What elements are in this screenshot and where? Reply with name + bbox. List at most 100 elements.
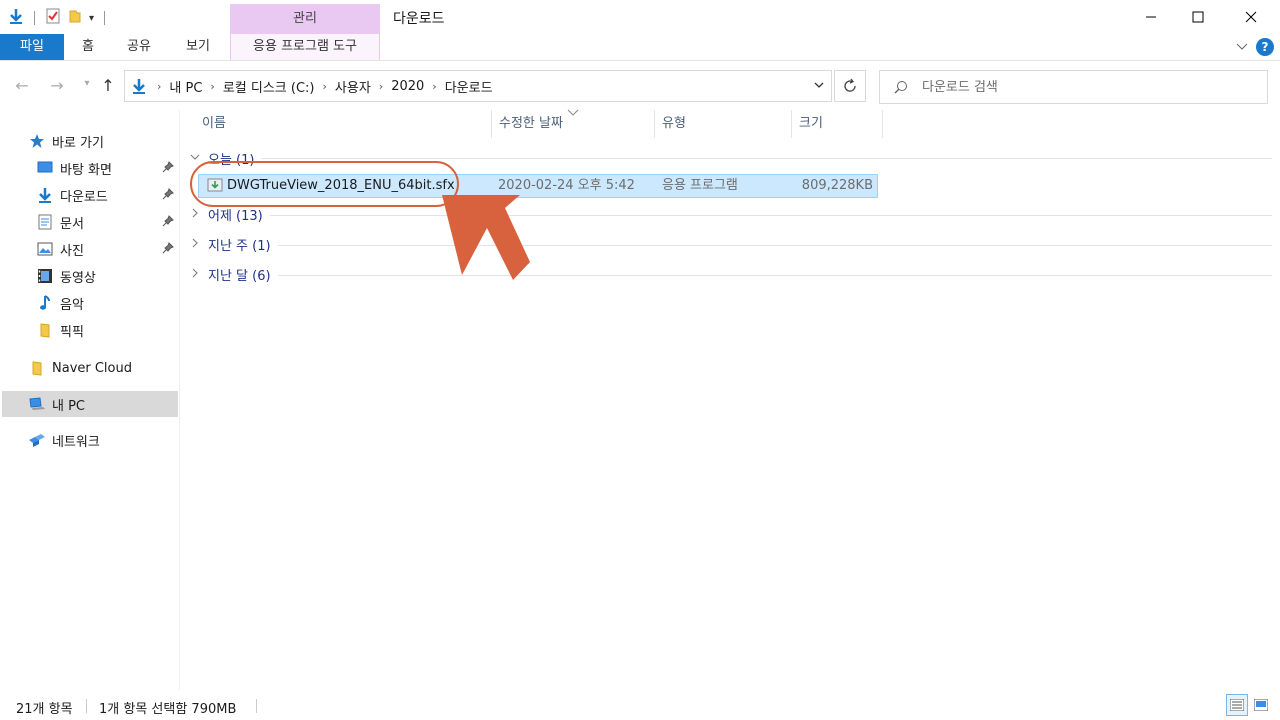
breadcrumb-chevron-icon[interactable]: › [323, 80, 327, 93]
sort-caret-icon [567, 106, 579, 121]
sidebar-item-downloads[interactable]: 다운로드 [36, 182, 178, 208]
chevron-right-icon[interactable] [190, 238, 204, 251]
breadcrumb-this-pc[interactable]: 내 PC [169, 77, 202, 96]
download-icon [36, 186, 54, 204]
sidebar-item-desktop[interactable]: 바탕 화면 [36, 155, 178, 181]
divider [86, 699, 87, 713]
sidebar-item-quick-access[interactable]: 바로 가기 [28, 128, 206, 154]
tab-view[interactable]: 보기 [170, 34, 226, 60]
pin-icon[interactable] [162, 242, 174, 258]
chevron-right-icon[interactable] [190, 268, 204, 281]
desktop-icon [36, 159, 54, 177]
chevron-right-icon[interactable] [190, 208, 204, 221]
item-count: 21개 항목 [16, 702, 73, 717]
minimize-button[interactable] [1128, 0, 1174, 34]
divider [104, 11, 106, 25]
close-button[interactable] [1228, 0, 1274, 34]
group-divider [270, 215, 1272, 216]
sidebar-item-label: 내 PC [52, 398, 86, 414]
sidebar-item-this-pc[interactable]: 내 PC [2, 391, 178, 417]
sidebar-item-pictures[interactable]: 사진 [36, 236, 178, 262]
breadcrumb-users[interactable]: 사용자 [335, 77, 371, 96]
pictures-icon [36, 240, 54, 258]
breadcrumb-chevron-icon[interactable]: › [379, 80, 383, 93]
sidebar-item-label: 사진 [60, 243, 84, 259]
forward-arrow-icon[interactable]: → [47, 76, 67, 96]
properties-icon[interactable] [45, 8, 61, 28]
download-icon[interactable] [8, 8, 24, 28]
refresh-button[interactable] [834, 70, 866, 102]
maximize-button[interactable] [1175, 0, 1221, 34]
pin-icon[interactable] [162, 161, 174, 177]
group-divider [278, 245, 1272, 246]
column-header-type[interactable]: 유형 [652, 110, 792, 138]
star-icon [28, 132, 46, 150]
help-icon[interactable]: ? [1256, 38, 1274, 56]
file-size: 809,228KB [801, 178, 873, 193]
music-icon [36, 294, 54, 312]
sidebar-item-label: 다운로드 [60, 189, 108, 205]
group-last-week[interactable]: 지난 주 (1) [190, 234, 271, 254]
navigation-pane: 바로 가기 바탕 화면 다운로드 문서 사진 동영상 음악 픽픽 Naver C… [0, 110, 180, 690]
breadcrumb-local-disk[interactable]: 로컬 디스크 (C:) [223, 77, 315, 96]
large-icons-view-icon [1254, 699, 1268, 711]
download-folder-icon [131, 78, 147, 94]
divider [256, 699, 257, 713]
group-yesterday[interactable]: 어제 (13) [190, 204, 263, 224]
up-arrow-icon[interactable]: ↑ [98, 76, 118, 96]
sidebar-item-label: 바로 가기 [52, 135, 104, 151]
sidebar-item-network[interactable]: 네트워크 [28, 427, 178, 453]
document-icon [36, 213, 54, 231]
recent-locations-icon[interactable]: ▾ [77, 78, 97, 98]
sidebar-item-label: Naver Cloud [52, 360, 132, 376]
sidebar-item-label: 바탕 화면 [60, 162, 112, 178]
tab-share[interactable]: 공유 [112, 34, 166, 60]
sidebar-item-documents[interactable]: 문서 [36, 209, 178, 235]
close-icon [1245, 11, 1257, 23]
search-box[interactable] [879, 70, 1268, 104]
sidebar-item-label: 동영상 [60, 270, 96, 286]
pin-icon[interactable] [162, 188, 174, 204]
customize-toolbar-icon[interactable]: ▾ [89, 13, 94, 24]
group-last-month[interactable]: 지난 달 (6) [190, 264, 271, 284]
divider [34, 11, 35, 25]
breadcrumb-chevron-icon[interactable]: › [210, 80, 214, 93]
breadcrumb-chevron-icon[interactable]: › [432, 80, 436, 93]
breadcrumb-downloads[interactable]: 다운로드 [445, 77, 493, 96]
sidebar-item-videos[interactable]: 동영상 [36, 263, 178, 289]
chevron-down-icon[interactable] [813, 79, 825, 95]
tab-file[interactable]: 파일 [0, 34, 64, 60]
breadcrumb-chevron-icon[interactable]: › [157, 80, 161, 93]
new-folder-icon[interactable] [67, 8, 83, 28]
back-arrow-icon[interactable]: ← [12, 76, 32, 96]
sidebar-item-picpick[interactable]: 픽픽 [36, 317, 178, 343]
navigation-bar: ← → ▾ ↑ › 내 PC › 로컬 디스크 (C:) › 사용자 › 202… [0, 62, 1280, 110]
breadcrumb-2020[interactable]: 2020 [391, 79, 424, 94]
details-view-button[interactable] [1226, 694, 1248, 716]
search-icon [894, 80, 908, 94]
file-modified: 2020-02-24 오후 5:42 [498, 178, 635, 193]
large-icons-view-button[interactable] [1250, 694, 1272, 716]
sidebar-item-naver-cloud[interactable]: Naver Cloud [28, 355, 178, 381]
tab-home[interactable]: 홈 [64, 34, 112, 60]
network-icon [28, 431, 46, 449]
column-header-size[interactable]: 크기 [789, 110, 883, 138]
context-tab-manage[interactable]: 관리 [230, 4, 380, 34]
pin-icon[interactable] [162, 215, 174, 231]
refresh-icon [844, 78, 856, 92]
expand-ribbon-icon[interactable] [1236, 40, 1248, 56]
search-input[interactable] [922, 79, 1242, 95]
address-bar[interactable]: › 내 PC › 로컬 디스크 (C:) › 사용자 › 2020 › 다운로드 [124, 70, 832, 102]
status-bar: 21개 항목 1개 항목 선택함 790MB [0, 690, 1280, 720]
tab-application-tools[interactable]: 응용 프로그램 도구 [230, 34, 380, 60]
sidebar-item-label: 문서 [60, 216, 84, 232]
minimize-icon [1146, 16, 1156, 18]
folder-icon [36, 321, 54, 339]
sidebar-item-label: 픽픽 [60, 324, 84, 340]
details-view-icon [1230, 699, 1244, 711]
window-title: 다운로드 [393, 11, 445, 27]
sidebar-item-music[interactable]: 음악 [36, 290, 178, 316]
group-divider [262, 158, 1272, 159]
column-header-name[interactable]: 이름 [192, 110, 492, 138]
group-divider [278, 275, 1272, 276]
